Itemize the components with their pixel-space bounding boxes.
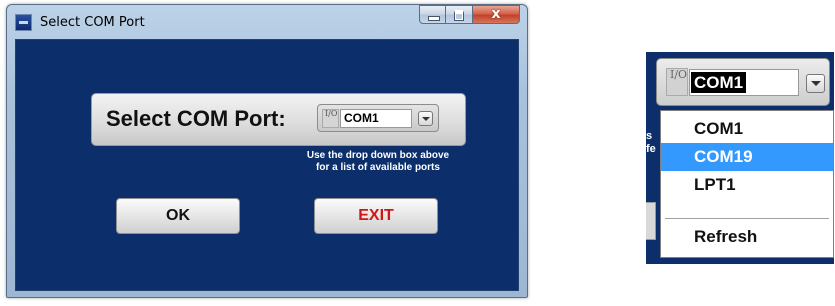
obscured-button — [646, 202, 656, 240]
select-com-port-window: Select COM Port x Select COM Port: I/O C… — [6, 4, 528, 298]
title-bar[interactable]: Select COM Port x — [7, 5, 527, 39]
menu-item-lpt1[interactable]: LPT1 — [661, 171, 833, 199]
dropdown-hint: Use the drop down box above for a list o… — [278, 150, 478, 174]
hint-line-1: Use the drop down box above — [306, 150, 450, 161]
io-port-icon: I/O — [322, 109, 339, 128]
app-icon[interactable] — [15, 14, 32, 31]
zoom-com-port-combobox[interactable]: I/O COM1 — [656, 58, 830, 106]
maximize-button[interactable] — [446, 5, 473, 24]
select-com-port-label: Select COM Port: — [106, 106, 286, 131]
hint-line-2: for a list of available ports — [316, 162, 440, 173]
obscured-hint-text: s fe — [646, 130, 660, 156]
close-icon: x — [491, 6, 501, 22]
window-title: Select COM Port — [40, 15, 145, 30]
menu-item-com19[interactable]: COM19 — [661, 143, 833, 171]
chevron-down-icon[interactable] — [418, 111, 433, 126]
chevron-down-icon[interactable] — [806, 74, 825, 93]
selected-value-text: COM1 — [691, 72, 747, 93]
menu-separator — [665, 218, 829, 219]
menu-item-refresh[interactable]: Refresh — [661, 223, 833, 251]
caption-buttons: x — [419, 5, 520, 25]
obscured-text-1: s — [646, 130, 653, 142]
com-port-value[interactable]: COM1 — [340, 109, 412, 128]
zoom-com-port-value[interactable]: COM1 — [689, 69, 799, 96]
menu-item-com1[interactable]: COM1 — [661, 115, 833, 143]
io-port-icon: I/O — [666, 68, 688, 96]
exit-button[interactable]: EXIT — [314, 198, 438, 234]
com-port-combobox[interactable]: I/O COM1 — [317, 104, 439, 132]
minimize-button[interactable] — [419, 5, 446, 24]
obscured-text-2: fe — [646, 143, 656, 155]
port-dropdown-list: COM1 COM19 LPT1 Refresh — [660, 110, 834, 258]
ok-button[interactable]: OK — [116, 198, 240, 234]
dialog-client-area: Select COM Port: I/O COM1 Use the drop d… — [15, 39, 519, 291]
dropdown-zoom-view: s fe I/O COM1 COM1 COM19 LPT1 Refresh — [646, 52, 834, 264]
select-port-panel: Select COM Port: I/O COM1 — [91, 93, 466, 146]
close-button[interactable]: x — [473, 5, 520, 24]
